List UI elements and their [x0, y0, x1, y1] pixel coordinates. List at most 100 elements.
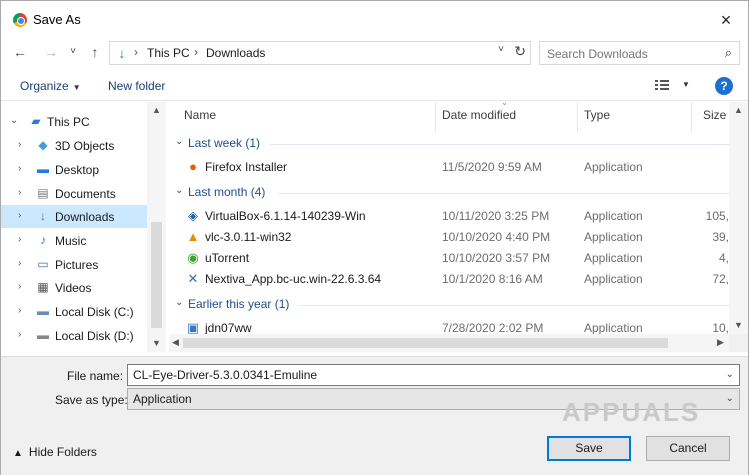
- column-divider[interactable]: [691, 102, 692, 132]
- window-title: Save As: [33, 12, 81, 27]
- chevron-down-icon[interactable]: ⌄: [175, 185, 183, 196]
- chevron-right-icon[interactable]: ›: [18, 210, 21, 221]
- scroll-left-icon[interactable]: ◀: [172, 337, 179, 348]
- breadcrumb-separator: ›: [134, 45, 138, 59]
- organize-label: Organize: [20, 79, 69, 93]
- file-row-vlc[interactable]: ▲ vlc-3.0.11-win32 10/10/2020 4:40 PM Ap…: [169, 227, 729, 248]
- search-input[interactable]: Search Downloads ⌕: [539, 41, 740, 65]
- file-date: 7/28/2020 2:02 PM: [442, 321, 544, 334]
- file-row-jdn07ww[interactable]: ▣ jdn07ww 7/28/2020 2:02 PM Application …: [169, 318, 729, 334]
- tree-item-local-disk-d[interactable]: › ▬ Local Disk (D:): [1, 324, 147, 347]
- chevron-right-icon[interactable]: ›: [18, 234, 21, 245]
- tree-label: This PC: [47, 115, 90, 129]
- column-header-size[interactable]: Size: [703, 108, 726, 122]
- tree-item-videos[interactable]: › ▦ Videos: [1, 276, 147, 299]
- tree-item-desktop[interactable]: › ▬ Desktop: [1, 158, 147, 181]
- up-arrow-icon[interactable]: ↑: [85, 41, 105, 63]
- nextiva-icon: ✕: [187, 271, 199, 286]
- disk-d-icon: ▬: [37, 328, 49, 342]
- tree-item-this-pc[interactable]: ⌄ ▰ This PC: [1, 110, 147, 133]
- hide-folders-button[interactable]: ▲ Hide Folders: [13, 445, 97, 459]
- tree-label: Videos: [55, 281, 92, 295]
- file-row-nextiva[interactable]: ✕ Nextiva_App.bc-uc.win-22.6.3.64 10/1/2…: [169, 269, 729, 290]
- scroll-up-icon[interactable]: ▲: [734, 105, 743, 115]
- group-divider: [269, 144, 729, 145]
- chrome-icon: [13, 13, 27, 27]
- tree-item-downloads[interactable]: › ↓ Downloads: [1, 205, 147, 228]
- view-caret-icon[interactable]: ▼: [682, 80, 690, 89]
- file-list-vertical-scrollbar[interactable]: ▲ ▼: [729, 102, 748, 334]
- group-label: Last week (1): [188, 136, 261, 150]
- column-divider[interactable]: [435, 102, 436, 132]
- tree-item-3d-objects[interactable]: › ◆ 3D Objects: [1, 134, 147, 157]
- breadcrumb-downloads[interactable]: Downloads: [206, 46, 265, 60]
- file-name: VirtualBox-6.1.14-140239-Win: [205, 209, 366, 223]
- tree-item-local-disk-c[interactable]: › ▬ Local Disk (C:): [1, 300, 147, 323]
- chevron-down-icon[interactable]: ⌄: [10, 115, 18, 126]
- breadcrumb-this-pc[interactable]: This PC: [147, 46, 190, 60]
- scrollbar-thumb[interactable]: [151, 222, 162, 328]
- chevron-right-icon[interactable]: ›: [18, 281, 21, 292]
- file-row-firefox-installer[interactable]: ● Firefox Installer 11/5/2020 9:59 AM Ap…: [169, 157, 729, 178]
- scrollbar-thumb[interactable]: [183, 338, 668, 348]
- file-row-utorrent[interactable]: ◉ uTorrent 10/10/2020 3:57 PM Applicatio…: [169, 248, 729, 269]
- file-type: Application: [584, 251, 643, 265]
- group-header-last-month[interactable]: ⌄ Last month (4): [169, 183, 729, 203]
- scroll-up-icon[interactable]: ▲: [152, 105, 161, 115]
- cancel-button[interactable]: Cancel: [646, 436, 730, 461]
- chevron-right-icon[interactable]: ›: [18, 139, 21, 150]
- scroll-right-icon[interactable]: ▶: [717, 337, 724, 348]
- help-icon[interactable]: ?: [715, 77, 733, 95]
- scroll-down-icon[interactable]: ▼: [734, 320, 743, 330]
- group-header-last-week[interactable]: ⌄ Last week (1): [169, 134, 729, 154]
- save-button[interactable]: Save: [547, 436, 631, 461]
- group-header-earlier-this-year[interactable]: ⌄ Earlier this year (1): [169, 295, 729, 315]
- chevron-right-icon[interactable]: ›: [18, 163, 21, 174]
- refresh-icon[interactable]: ↻: [514, 43, 526, 60]
- tree-item-pictures[interactable]: › ▭ Pictures: [1, 253, 147, 276]
- column-header-name[interactable]: Name: [184, 108, 216, 122]
- close-button[interactable]: ×: [712, 7, 740, 33]
- tree-item-music[interactable]: › ♪ Music: [1, 229, 147, 252]
- file-row-virtualbox[interactable]: ◈ VirtualBox-6.1.14-140239-Win 10/11/202…: [169, 206, 729, 227]
- file-name-label: File name:: [67, 369, 124, 383]
- chevron-right-icon[interactable]: ›: [18, 305, 21, 316]
- chevron-down-icon[interactable]: ⌄: [175, 136, 183, 147]
- new-folder-button[interactable]: New folder: [108, 79, 165, 93]
- chevron-down-icon[interactable]: ⌄: [175, 297, 183, 308]
- column-header-type[interactable]: Type: [584, 108, 610, 122]
- cube-icon: ◆: [38, 138, 48, 152]
- firefox-icon: ●: [189, 159, 197, 174]
- file-date: 11/5/2020 9:59 AM: [442, 160, 542, 174]
- chevron-right-icon[interactable]: ›: [18, 258, 21, 269]
- file-name-value: CL-Eye-Driver-5.3.0.0341-Emuline: [133, 368, 318, 382]
- chevron-right-icon[interactable]: ›: [18, 187, 21, 198]
- file-date: 10/1/2020 8:16 AM: [442, 272, 543, 286]
- tree-scrollbar[interactable]: ▲ ▼: [147, 102, 166, 352]
- tree-item-documents[interactable]: › ▤ Documents: [1, 182, 147, 205]
- tree-label: 3D Objects: [55, 139, 115, 153]
- file-size: 39,: [712, 230, 729, 244]
- chevron-down-icon[interactable]: ⌄: [726, 369, 734, 380]
- disk-c-icon: ▬: [37, 304, 49, 318]
- file-name: jdn07ww: [205, 321, 252, 334]
- search-icon[interactable]: ⌕: [725, 45, 732, 61]
- address-dropdown-icon[interactable]: ˅: [498, 44, 504, 55]
- file-name-field[interactable]: CL-Eye-Driver-5.3.0.0341-Emuline ⌄: [127, 364, 740, 386]
- view-options-icon[interactable]: [655, 80, 669, 91]
- forward-arrow-icon[interactable]: →: [41, 41, 61, 63]
- chevron-right-icon[interactable]: ›: [18, 329, 21, 340]
- organize-button[interactable]: Organize ▼: [20, 79, 81, 93]
- column-header-date[interactable]: Date modified: [442, 108, 516, 122]
- search-placeholder: Search Downloads: [547, 47, 648, 61]
- back-arrow-icon[interactable]: ←: [10, 41, 30, 63]
- file-list-horizontal-scrollbar[interactable]: ◀ ▶: [169, 334, 729, 352]
- address-bar[interactable]: ↓ › This PC › Downloads ˅ ↻: [109, 41, 531, 65]
- column-divider[interactable]: [577, 102, 578, 132]
- recent-locations-chevron-icon[interactable]: ˅: [63, 41, 83, 63]
- utorrent-icon: ◉: [187, 250, 199, 265]
- save-as-type-label: Save as type:: [55, 393, 128, 407]
- tree-label: Documents: [55, 187, 116, 201]
- chevron-down-icon[interactable]: ⌄: [726, 393, 734, 404]
- scroll-down-icon[interactable]: ▼: [152, 338, 161, 348]
